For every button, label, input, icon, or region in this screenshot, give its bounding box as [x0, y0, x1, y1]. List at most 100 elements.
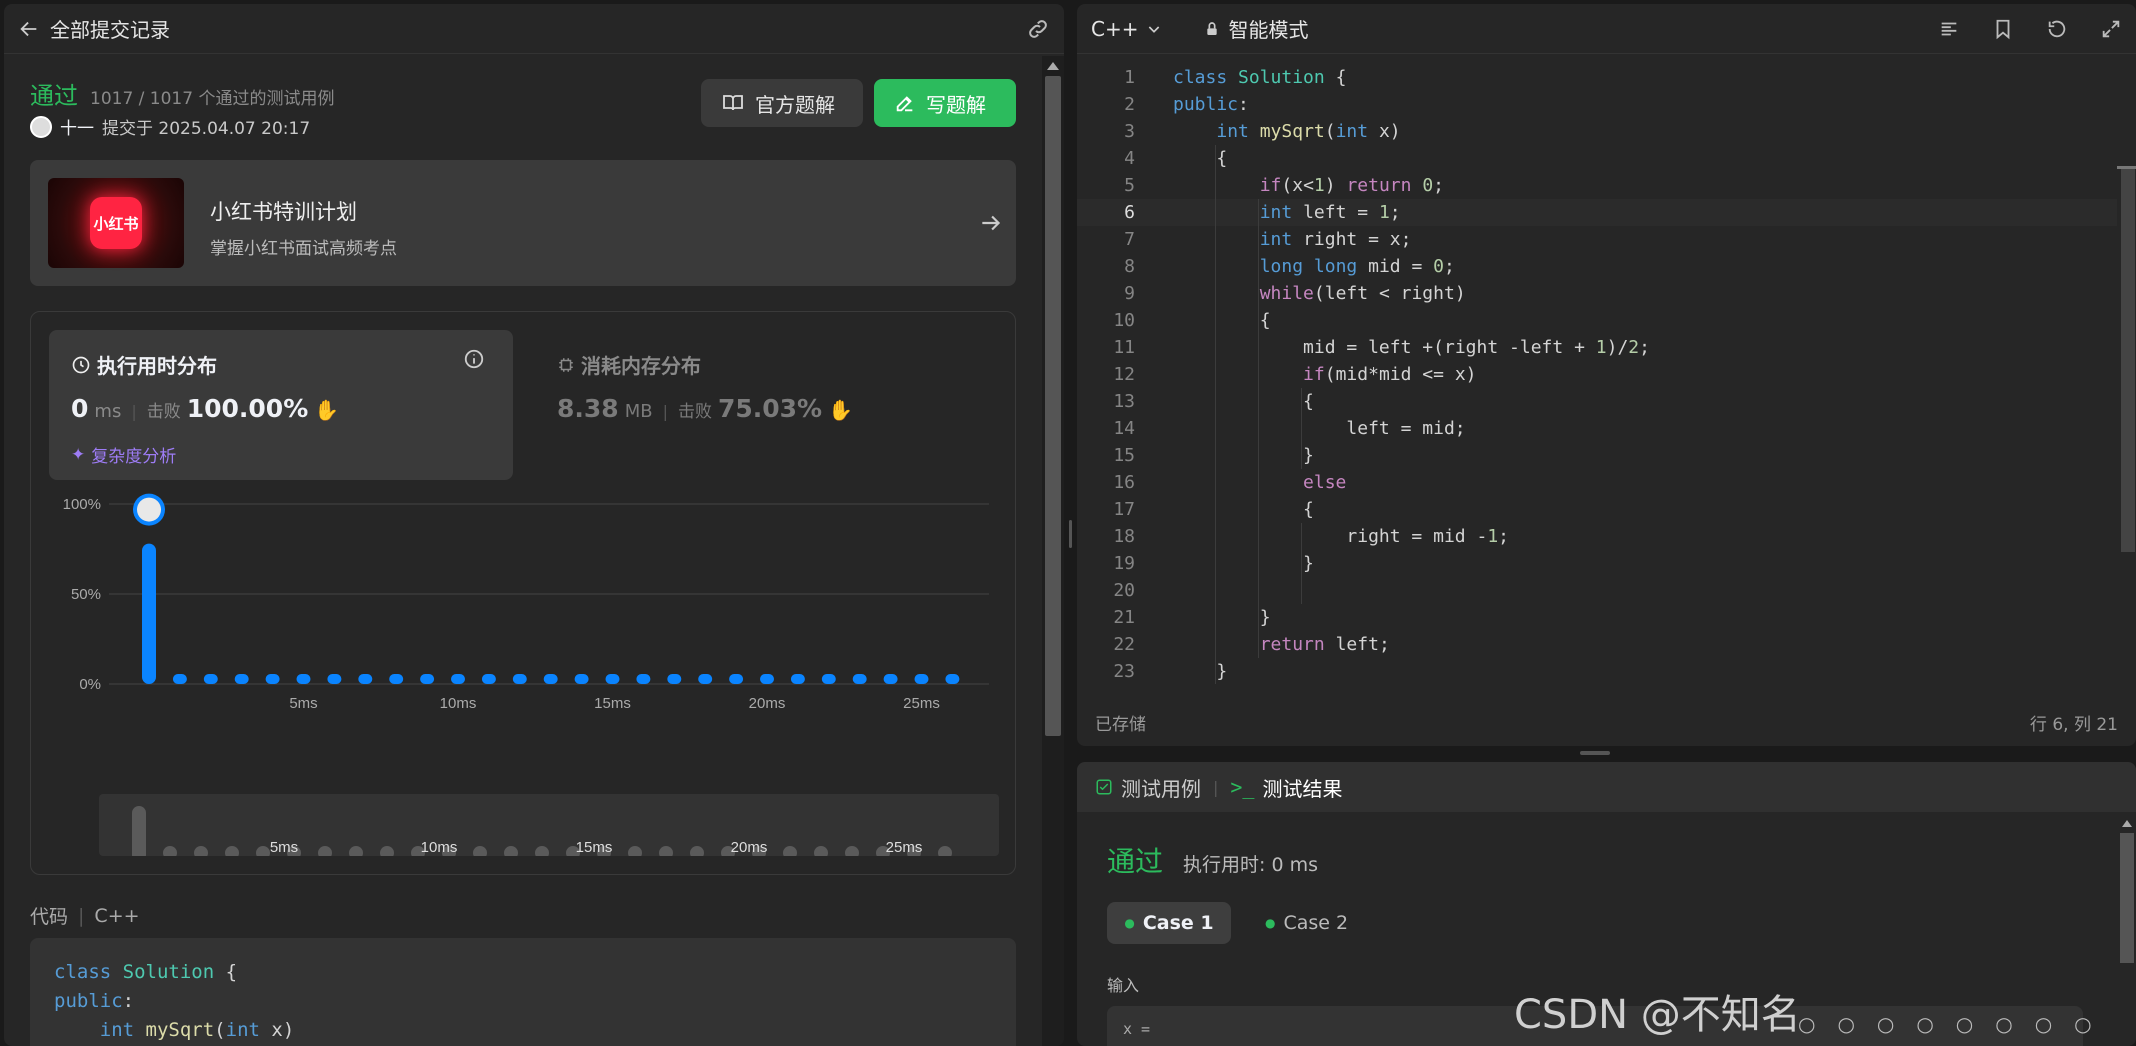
line-number: 14 — [1113, 418, 1135, 439]
code-line[interactable]: 4 { — [1077, 145, 2117, 172]
line-number: 4 — [1124, 148, 1135, 169]
bar[interactable] — [296, 674, 311, 684]
bar[interactable] — [852, 674, 867, 684]
code-line[interactable]: 5 if(x<1) return 0; — [1077, 172, 2117, 199]
code-line[interactable]: 19 } — [1077, 550, 2117, 577]
info-icon[interactable] — [463, 348, 485, 370]
bar[interactable] — [481, 674, 496, 684]
write-solution-button[interactable]: 写题解 — [874, 79, 1016, 127]
chevron-down-icon[interactable] — [1146, 21, 1162, 37]
code-line[interactable]: 17 { — [1077, 496, 2117, 523]
back-arrow-icon[interactable] — [18, 18, 40, 40]
bar[interactable] — [605, 674, 620, 684]
input-label: 输入 — [1107, 976, 1140, 995]
bar[interactable] — [760, 674, 774, 684]
book-icon — [723, 95, 743, 111]
code-line[interactable]: 13 { — [1077, 388, 2117, 415]
header-title[interactable]: 全部提交记录 — [50, 14, 170, 43]
bar[interactable] — [265, 674, 280, 684]
code-line[interactable]: 7 int right = x; — [1077, 226, 2117, 253]
code-area[interactable]: 1 class Solution {2 public: 3 int mySqrt(in… — [1077, 64, 2117, 684]
reset-icon[interactable] — [2046, 18, 2068, 40]
bar[interactable] — [234, 674, 249, 684]
code-line[interactable]: 18 right = mid -1; — [1077, 523, 2117, 550]
code-line[interactable]: 23 } — [1077, 658, 2117, 684]
memory-tab[interactable]: 消耗内存分布 — [557, 350, 701, 379]
case-1-label: Case 1 — [1142, 912, 1214, 934]
scroll-thumb[interactable] — [1045, 76, 1061, 736]
code-line[interactable]: 2 public: — [1077, 91, 2117, 118]
scroll-up-icon[interactable] — [1047, 62, 1059, 70]
result-scrollbar[interactable] — [2117, 814, 2136, 1046]
code-line[interactable]: 9 while(left < right) — [1077, 280, 2117, 307]
bar[interactable] — [667, 674, 682, 684]
code-line[interactable]: 12 if(mid*mid <= x) — [1077, 361, 2117, 388]
bar[interactable] — [821, 674, 836, 684]
tab-testcase[interactable]: 测试用例 — [1095, 773, 1201, 802]
promo-card[interactable]: 小红书 小红书特训计划 掌握小红书面试高频考点 — [30, 160, 1016, 286]
bar[interactable] — [883, 674, 898, 684]
bar[interactable] — [574, 674, 589, 684]
left-scrollbar[interactable] — [1042, 56, 1064, 1046]
code-line[interactable]: 20 — [1077, 577, 2117, 604]
bar[interactable] — [790, 674, 805, 684]
bar[interactable] — [729, 674, 744, 684]
bar[interactable] — [203, 674, 218, 684]
bar[interactable] — [914, 674, 929, 684]
bar[interactable] — [543, 674, 558, 684]
code-line[interactable]: 15 } — [1077, 442, 2117, 469]
chart-range-selector[interactable]: 5ms 10ms 15ms 20ms 25ms — [99, 794, 999, 856]
fullscreen-icon[interactable] — [2100, 18, 2122, 40]
code-line[interactable]: 6 int left = 1; — [1077, 199, 2117, 226]
code-line[interactable]: 8 long long mid = 0; — [1077, 253, 2117, 280]
code-line[interactable]: 11 mid = left +(right -left + 1)/2; — [1077, 334, 2117, 361]
bar[interactable] — [142, 543, 156, 684]
editor-mode[interactable]: 智能模式 — [1228, 14, 1308, 43]
result-scroll-thumb[interactable] — [2119, 833, 2134, 963]
y-tick-label: 50% — [71, 586, 101, 603]
bar[interactable] — [636, 674, 651, 684]
bar[interactable] — [327, 674, 342, 684]
runtime-distribution-chart[interactable]: 100% 50% 0% 5ms 10ms 15ms 20ms 25ms — [31, 492, 1015, 742]
tab-result[interactable]: >_ 测试结果 — [1230, 773, 1342, 802]
language-select[interactable]: C++ — [1091, 17, 1138, 41]
case-1-tab[interactable]: ● Case 1 — [1107, 902, 1231, 944]
code-line[interactable]: 14 left = mid; — [1077, 415, 2117, 442]
line-number: 15 — [1113, 445, 1135, 466]
vertical-resize-handle[interactable] — [1069, 520, 1072, 548]
format-icon[interactable] — [1938, 18, 1960, 40]
bar[interactable] — [945, 674, 960, 684]
code-line[interactable]: 22 return left; — [1077, 631, 2117, 658]
resize-handle[interactable] — [1580, 751, 1610, 755]
case-2-tab[interactable]: ● Case 2 — [1265, 902, 1348, 944]
user-name[interactable]: 十一 — [60, 114, 94, 139]
y-tick-label: 0% — [79, 676, 101, 693]
mini-bar — [256, 846, 270, 856]
link-icon[interactable] — [1026, 17, 1050, 41]
bar[interactable] — [420, 674, 435, 684]
code-line[interactable]: 10 { — [1077, 307, 2117, 334]
bar[interactable] — [698, 674, 713, 684]
bar[interactable] — [512, 674, 527, 684]
code-line[interactable]: 16 else — [1077, 469, 2117, 496]
bookmark-icon[interactable] — [1992, 18, 2014, 40]
bar[interactable] — [451, 674, 465, 684]
bar[interactable] — [358, 674, 373, 684]
code-line[interactable]: 21 } — [1077, 604, 2117, 631]
bar[interactable] — [389, 674, 404, 684]
runtime-unit: ms — [94, 401, 122, 422]
avatar[interactable] — [30, 115, 52, 138]
terminal-icon: >_ — [1230, 775, 1255, 799]
result-scroll-up-icon[interactable] — [2121, 820, 2132, 827]
official-solution-button[interactable]: 官方题解 — [701, 79, 863, 127]
code-line[interactable]: 1 class Solution { — [1077, 64, 2117, 91]
complexity-link[interactable]: ✦ 复杂度分析 — [71, 442, 176, 468]
mini-x-tick-label: 5ms — [270, 839, 298, 856]
editor-scrollbar[interactable] — [2117, 56, 2136, 692]
editor-scroll-thumb[interactable] — [2121, 166, 2135, 552]
line-text: if(mid*mid <= x) — [1303, 364, 1477, 385]
runtime-card[interactable]: 执行用时分布 0 ms | 击败 100.00% ✋ ✦ 复杂度分析 — [49, 330, 513, 480]
promo-image: 小红书 — [48, 178, 184, 268]
code-line[interactable]: 3 int mySqrt(int x) — [1077, 118, 2117, 145]
bar[interactable] — [172, 674, 187, 684]
